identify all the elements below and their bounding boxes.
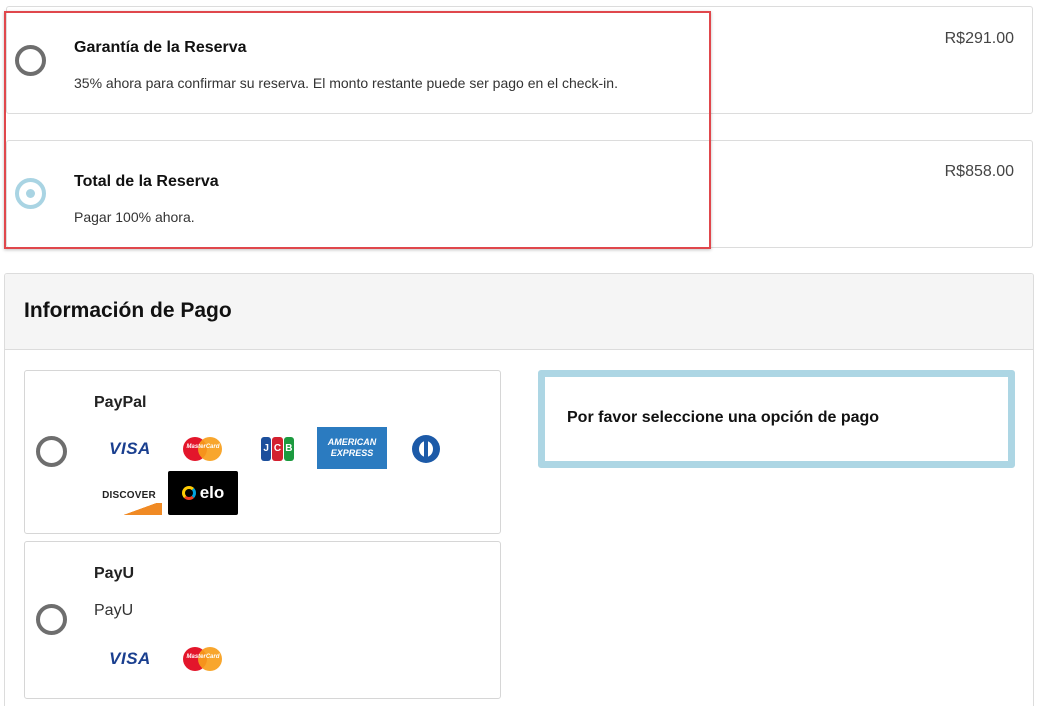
amex-line-1: AMERICAN — [327, 437, 377, 447]
radio-payu[interactable] — [36, 604, 67, 635]
payment-notice-box: Por favor seleccione una opción de pago — [538, 370, 1015, 468]
discover-logo: DISCOVER — [96, 475, 162, 515]
payu-subtitle: PayU — [94, 602, 134, 619]
payment-notice-text: Por favor seleccione una opción de pago — [567, 409, 880, 426]
radio-deposit[interactable] — [15, 45, 46, 76]
payment-method-paypal[interactable]: PayPal VISA MasterCard J C B AMERICAN EX… — [24, 370, 501, 534]
visa-logo: VISA — [109, 439, 151, 458]
option-deposit-price: R$291.00 — [944, 30, 1014, 47]
paypal-title: PayPal — [94, 394, 147, 411]
visa-logo: VISA — [109, 649, 151, 668]
payu-title: PayU — [94, 565, 135, 582]
amex-logo: AMERICAN EXPRESS — [317, 427, 387, 469]
option-full-price: R$858.00 — [944, 163, 1014, 180]
elo-logo: elo — [168, 471, 238, 515]
mastercard-logo: MasterCard — [183, 436, 223, 462]
jcb-j: J — [261, 437, 272, 461]
jcb-b: B — [283, 437, 294, 461]
option-full-description: Pagar 100% ahora. — [74, 209, 195, 225]
jcb-c: C — [272, 437, 283, 461]
payment-info-panel: Información de Pago PayPal VISA MasterCa… — [4, 273, 1034, 706]
payment-method-payu[interactable]: PayU PayU VISA MasterCard — [24, 541, 501, 699]
jcb-logo: J C B — [261, 437, 295, 461]
option-deposit-description: 35% ahora para confirmar su reserva. El … — [74, 75, 618, 91]
elo-logo-text: elo — [199, 483, 225, 502]
option-deposit-title: Garantía de la Reserva — [74, 39, 247, 56]
discover-logo-text: DISCOVER — [102, 489, 156, 501]
radio-full[interactable] — [15, 178, 46, 209]
amex-line-2: EXPRESS — [330, 448, 374, 458]
option-full-card[interactable]: Total de la Reserva Pagar 100% ahora. R$… — [6, 140, 1033, 248]
mastercard-logo-text: MasterCard — [186, 654, 220, 660]
mastercard-logo: MasterCard — [183, 646, 223, 672]
option-deposit-card[interactable]: Garantía de la Reserva 35% ahora para co… — [6, 6, 1033, 114]
mastercard-logo-text: MasterCard — [186, 444, 220, 450]
option-full-title: Total de la Reserva — [74, 173, 219, 190]
payment-info-header: Información de Pago — [5, 274, 1033, 350]
diners-logo — [412, 435, 440, 463]
payment-info-title: Información de Pago — [24, 299, 232, 322]
radio-paypal[interactable] — [36, 436, 67, 467]
